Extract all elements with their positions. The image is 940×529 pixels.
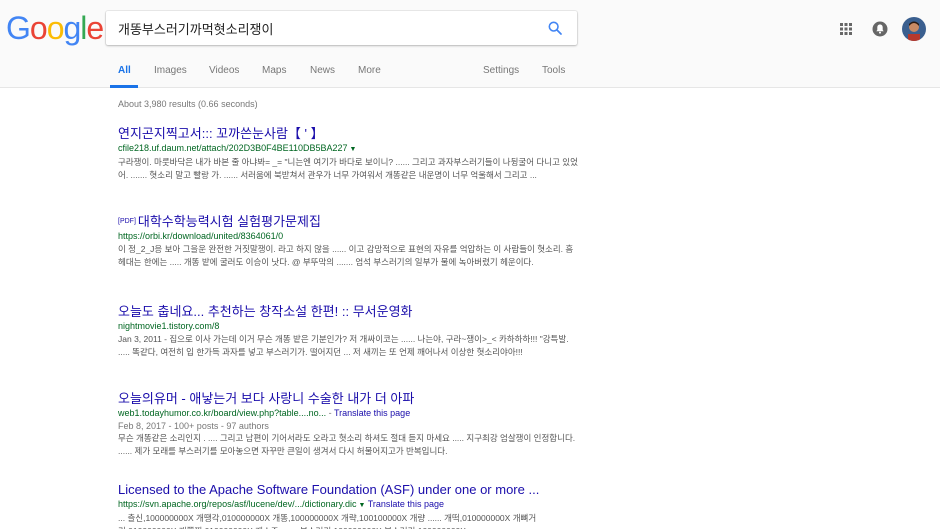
dropdown-caret-icon[interactable]: ▼ [358,502,365,509]
tab-all[interactable]: All [118,65,131,76]
result-url: https://orbi.kr/download/united/8364061/… [118,230,578,243]
search-result: 오늘의유머 - 애낳는거 보다 사랑니 수술한 내가 더 아파 web1.tod… [118,391,578,457]
result-url: https://svn.apache.org/repos/asf/lucene/… [118,498,578,512]
result-title-link[interactable]: 연지곤지찍고서::: 꼬까쓴눈사람【 ' 】 [118,126,578,142]
result-url: web1.todayhumor.co.kr/board/view.php?tab… [118,407,578,420]
result-snippet: 이 정_2_J응 보아 그을운 완전한 거짓말쟁이. 라고 하지 않을 ....… [118,244,574,267]
tab-maps[interactable]: Maps [262,65,286,76]
result-snippet: 구라쟁이. 마룻바닥은 내가 바본 줄 아냐봐= _= "니는엔 여기가 바다로… [118,157,578,180]
logo-letter: o [29,10,48,46]
translate-link[interactable]: Translate this page [334,408,410,418]
tab-news[interactable]: News [310,65,335,76]
active-tab-indicator [110,85,138,88]
search-result: 오늘도 춥네요... 추천하는 창작소설 한편! :: 무서운영화 nightm… [118,304,578,358]
avatar[interactable] [902,17,926,41]
tab-settings[interactable]: Settings [483,65,519,76]
result-title-link[interactable]: 오늘의유머 - 애낳는거 보다 사랑니 수술한 내가 더 아파 [118,391,578,407]
notification-icon[interactable] [872,21,888,37]
result-title-text: 대학수학능력시험 실험평가문제집 [137,214,321,229]
result-url-text: web1.todayhumor.co.kr/board/view.php?tab… [118,408,327,418]
search-result: 연지곤지찍고서::: 꼬까쓴눈사람【 ' 】 cfile218.uf.daum.… [118,126,578,181]
result-title-link[interactable]: [PDF] 대학수학능력시험 실험평가문제집 [118,214,578,230]
result-url-text: cfile218.uf.daum.net/attach/202D3B0F4BE1… [118,143,348,153]
tab-images[interactable]: Images [154,65,187,76]
dropdown-caret-icon[interactable]: ▼ [350,146,357,153]
search-result: Licensed to the Apache Software Foundati… [118,482,578,529]
google-logo[interactable]: Google [6,10,104,47]
search-result: [PDF] 대학수학능력시험 실험평가문제집 https://orbi.kr/do… [118,214,578,268]
result-snippet: ... 츨신,100000000X 개땡각,010000000X 개똥,1000… [118,513,537,529]
result-title-link[interactable]: Licensed to the Apache Software Foundati… [118,482,578,498]
logo-letter: G [6,10,31,46]
logo-letter: e [86,10,104,46]
search-icon[interactable] [547,20,563,36]
top-header: Google All Images Videos Maps News More … [0,0,940,88]
logo-letter: g [63,10,81,46]
apps-grid-icon[interactable] [840,23,852,35]
tab-more[interactable]: More [358,65,381,76]
tab-tools[interactable]: Tools [542,65,565,76]
result-url-text: https://orbi.kr/download/united/8364061/… [118,231,284,241]
result-date: Feb 8, 2017 - 100+ posts - 97 authors [118,421,269,431]
result-stats: About 3,980 results (0.66 seconds) [118,99,258,109]
result-title-link[interactable]: 오늘도 춥네요... 추천하는 창작소설 한편! :: 무서운영화 [118,304,578,320]
result-url: cfile218.uf.daum.net/attach/202D3B0F4BE1… [118,142,578,156]
tab-videos[interactable]: Videos [209,65,239,76]
pdf-badge: [PDF] [118,218,136,225]
translate-link[interactable]: Translate this page [368,499,444,509]
search-box [106,11,577,45]
search-tabs: All Images Videos Maps News More Setting… [0,60,940,88]
result-url: nightmovie1.tistory.com/8 [118,320,578,333]
result-snippet: Jan 3, 2011 - 집으로 이사 가는데 이거 무슨 개똥 밭은 기분인… [118,334,569,357]
search-input[interactable] [118,11,538,45]
result-snippet: 무슨 개똥같은 소리인지 . .... 그리고 남편이 기어서라도 오라고 혓소… [118,433,576,456]
result-url-text: https://svn.apache.org/repos/asf/lucene/… [118,499,357,509]
separator: - [326,408,334,418]
result-url-text: nightmovie1.tistory.com/8 [118,321,220,331]
logo-letter: o [46,10,65,46]
